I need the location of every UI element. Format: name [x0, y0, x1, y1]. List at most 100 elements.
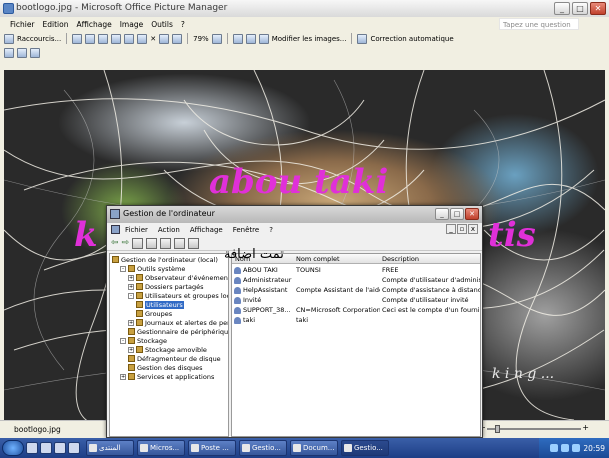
taskbar-button[interactable]: المنتدى	[86, 440, 134, 456]
child-menu-action[interactable]: Action	[158, 226, 180, 234]
zoom-slider[interactable]: − +	[479, 423, 589, 433]
tree-node[interactable]: + Services et applications	[120, 372, 214, 381]
taskbar-button[interactable]: Micros...	[137, 440, 185, 456]
up-folder-icon[interactable]	[132, 237, 144, 249]
back-arrow-icon[interactable]: ⇦	[111, 238, 119, 248]
table-row[interactable]: HelpAssistant Compte Assistant de l'aide.…	[232, 286, 480, 295]
menu-edition[interactable]: Edition	[43, 20, 69, 29]
taskbar-button[interactable]: Gestio...	[239, 440, 287, 456]
tree-node[interactable]: Gestion des disques	[128, 363, 202, 372]
quicklaunch-explorer-icon[interactable]	[68, 442, 80, 454]
undo-icon[interactable]	[159, 33, 170, 44]
expand-toggle-icon[interactable]: -	[120, 265, 126, 272]
child-close-button[interactable]: ✕	[465, 208, 479, 220]
forward-arrow-icon[interactable]: ⇨	[122, 238, 130, 248]
shortcuts-icon[interactable]	[4, 33, 14, 44]
child-minimize-button[interactable]: _	[435, 208, 449, 220]
auto-correct-icon[interactable]	[357, 33, 368, 44]
taskbar-button[interactable]: Docum...	[290, 440, 338, 456]
col-nom-complet[interactable]: Nom complet	[296, 255, 340, 263]
menu-outils[interactable]: Outils	[151, 20, 173, 29]
overlay-text-abou-taki: abou taki	[209, 162, 389, 202]
quicklaunch-ie-icon[interactable]	[26, 442, 38, 454]
zoom-track	[487, 428, 581, 430]
child-maximize-button[interactable]: □	[450, 208, 464, 220]
tree-node[interactable]: + Observateur d'événements	[128, 273, 228, 282]
menu-image[interactable]: Image	[120, 20, 144, 29]
tree-node[interactable]: + Stockage amovible	[128, 345, 207, 354]
security-icon[interactable]	[572, 444, 581, 452]
tree-node[interactable]: + Journaux et alertes de perfo	[128, 318, 228, 327]
quicklaunch-media-icon[interactable]	[40, 442, 52, 454]
correction-auto-button[interactable]: Correction automatique	[370, 35, 453, 43]
tree-node[interactable]: - Outils système	[120, 264, 185, 273]
save-icon[interactable]	[72, 33, 83, 44]
redo-icon[interactable]	[172, 33, 183, 44]
close-button[interactable]: ✕	[590, 2, 606, 15]
tree-node[interactable]: Défragmenteur de disque	[128, 354, 221, 363]
zoom-select[interactable]: 79%	[193, 35, 209, 43]
table-row[interactable]: SUPPORT_38... CN=Microsoft Corporation...…	[232, 306, 480, 315]
modifier-images-button[interactable]: Modifier les images...	[272, 35, 347, 43]
tree-node[interactable]: Gestion de l'ordinateur (local)	[112, 255, 218, 264]
thumbnail-view-icon[interactable]	[4, 48, 14, 58]
expand-toggle-icon[interactable]: -	[120, 337, 126, 344]
print-icon[interactable]	[85, 33, 96, 44]
child-menu-affichage[interactable]: Affichage	[190, 226, 223, 234]
help-icon[interactable]	[211, 33, 222, 44]
maximize-button[interactable]: □	[572, 2, 588, 15]
menu-affichage[interactable]: Affichage	[76, 20, 111, 29]
tree-node[interactable]: - Utilisateurs et groupes locau	[128, 291, 228, 300]
delete-icon[interactable]: ✕	[150, 35, 156, 43]
filmstrip-view-icon[interactable]	[17, 48, 27, 58]
child-window-title: Gestion de l'ordinateur	[123, 209, 215, 218]
raccourcis-button[interactable]: Raccourcis...	[17, 35, 61, 43]
single-view-icon[interactable]	[30, 48, 40, 58]
menu-fichier[interactable]: Fichier	[10, 20, 35, 29]
inner-close-button[interactable]: x	[468, 224, 478, 234]
col-description[interactable]: Description	[382, 255, 419, 263]
start-button[interactable]	[2, 440, 24, 456]
paste-icon[interactable]	[137, 33, 148, 44]
zoom-in-icon[interactable]: +	[582, 423, 589, 432]
expand-toggle-icon[interactable]: +	[128, 283, 134, 290]
tree-node[interactable]: Groupes	[136, 309, 172, 318]
inner-restore-button[interactable]: ▫	[457, 224, 467, 234]
child-menu-help[interactable]: ?	[269, 226, 273, 234]
tree-node[interactable]: Utilisateurs	[136, 300, 184, 309]
rotate-right-icon[interactable]	[245, 33, 256, 44]
show-tree-icon[interactable]	[146, 237, 158, 249]
expand-toggle-icon[interactable]: +	[120, 373, 126, 380]
rotate-left-icon[interactable]	[232, 33, 243, 44]
email-icon[interactable]	[98, 33, 109, 44]
help-search-input[interactable]: Tapez une question	[499, 18, 579, 30]
expand-toggle-icon[interactable]: +	[128, 346, 134, 353]
network-icon[interactable]	[550, 444, 559, 452]
tree-node[interactable]: Gestionnaire de périphérique	[128, 327, 228, 336]
zoom-thumb[interactable]	[495, 425, 500, 433]
tree-node[interactable]: + Dossiers partagés	[128, 282, 204, 291]
properties-icon[interactable]	[188, 237, 200, 249]
cut-icon[interactable]	[111, 33, 122, 44]
copy-icon[interactable]	[124, 33, 135, 44]
expand-toggle-icon[interactable]: +	[128, 274, 134, 281]
minimize-button[interactable]: _	[554, 2, 570, 15]
table-row[interactable]: taki taki	[232, 316, 480, 325]
volume-icon[interactable]	[561, 444, 570, 452]
table-row[interactable]: Invité Compte d'utilisateur invité	[232, 296, 480, 305]
inner-minimize-button[interactable]: _	[446, 224, 456, 234]
menu-help[interactable]: ?	[181, 20, 185, 29]
help-icon[interactable]	[174, 237, 186, 249]
child-menu-fichier[interactable]: Fichier	[125, 226, 148, 234]
tree-node[interactable]: - Stockage	[120, 336, 167, 345]
export-list-icon[interactable]	[160, 237, 172, 249]
quicklaunch-desktop-icon[interactable]	[54, 442, 66, 454]
taskbar-button[interactable]: Poste ...	[188, 440, 236, 456]
expand-toggle-icon[interactable]: -	[128, 292, 134, 299]
taskbar-button[interactable]: Gestio...	[341, 440, 389, 456]
table-row[interactable]: Administrateur Compte d'utilisateur d'adm…	[232, 276, 480, 285]
table-row[interactable]: ABOU TAKI TOUNSI FREE	[232, 266, 480, 275]
expand-toggle-icon[interactable]: +	[128, 319, 134, 326]
edit-images-icon[interactable]	[258, 33, 269, 44]
child-menu-fenetre[interactable]: Fenêtre	[233, 226, 259, 234]
